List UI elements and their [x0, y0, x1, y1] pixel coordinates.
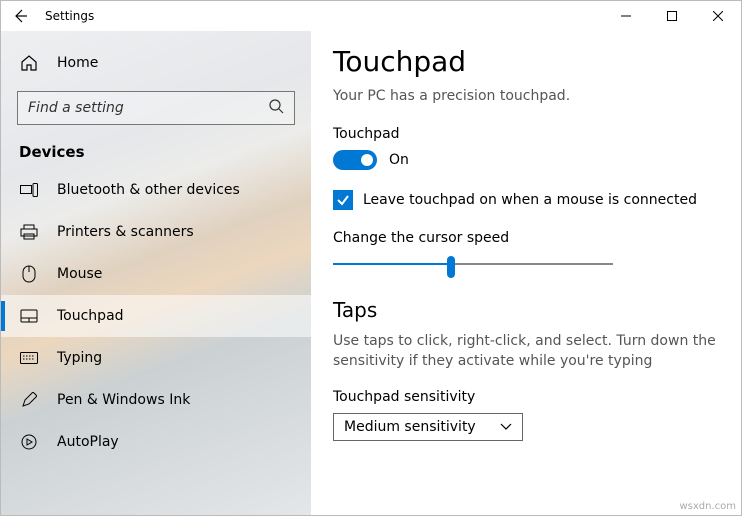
- sidebar-item-label: AutoPlay: [57, 434, 119, 450]
- sidebar-item-pen[interactable]: Pen & Windows Ink: [1, 379, 311, 421]
- autoplay-icon: [19, 434, 39, 450]
- close-button[interactable]: [695, 1, 741, 31]
- sidebar-item-label: Bluetooth & other devices: [57, 182, 240, 198]
- devices-icon: [19, 183, 39, 197]
- dropdown-value: Medium sensitivity: [344, 419, 476, 435]
- section-title: Devices: [1, 139, 311, 169]
- pen-icon: [19, 392, 39, 408]
- keyboard-icon: [19, 352, 39, 364]
- sidebar-item-autoplay[interactable]: AutoPlay: [1, 421, 311, 463]
- search-icon: [268, 98, 284, 118]
- slider-thumb[interactable]: [447, 256, 455, 278]
- sidebar-item-label: Typing: [57, 350, 102, 366]
- sidebar-item-label: Printers & scanners: [57, 224, 194, 240]
- sidebar-item-printers[interactable]: Printers & scanners: [1, 211, 311, 253]
- sidebar-item-touchpad[interactable]: Touchpad: [1, 295, 311, 337]
- back-button[interactable]: [1, 1, 39, 31]
- page-title: Touchpad: [333, 45, 719, 78]
- cursor-speed-label: Change the cursor speed: [333, 230, 719, 246]
- sidebar-item-label: Pen & Windows Ink: [57, 392, 190, 408]
- home-nav[interactable]: Home: [1, 41, 311, 85]
- sidebar-item-typing[interactable]: Typing: [1, 337, 311, 379]
- minimize-button[interactable]: [603, 1, 649, 31]
- chevron-down-icon: [500, 423, 512, 431]
- main-content: Touchpad Your PC has a precision touchpa…: [311, 31, 741, 515]
- sensitivity-dropdown[interactable]: Medium sensitivity: [333, 413, 523, 441]
- sidebar: Home Devices Bluetooth & other devices: [1, 31, 311, 515]
- touchpad-icon: [19, 309, 39, 323]
- window-title: Settings: [39, 9, 94, 23]
- taps-heading: Taps: [333, 298, 719, 322]
- cursor-speed-slider[interactable]: [333, 254, 613, 274]
- page-subtitle: Your PC has a precision touchpad.: [333, 88, 719, 104]
- printer-icon: [19, 224, 39, 240]
- home-label: Home: [57, 55, 98, 71]
- sidebar-item-bluetooth[interactable]: Bluetooth & other devices: [1, 169, 311, 211]
- touchpad-toggle[interactable]: [333, 150, 377, 170]
- home-icon: [19, 54, 39, 72]
- maximize-button[interactable]: [649, 1, 695, 31]
- sidebar-item-label: Touchpad: [57, 308, 124, 324]
- attribution: wsxdn.com: [679, 501, 736, 512]
- toggle-state: On: [389, 152, 409, 168]
- touchpad-label: Touchpad: [333, 126, 719, 142]
- mouse-icon: [19, 265, 39, 283]
- checkbox-label: Leave touchpad on when a mouse is connec…: [363, 192, 697, 208]
- search-input[interactable]: [17, 91, 295, 125]
- leave-on-checkbox[interactable]: [333, 190, 353, 210]
- sensitivity-label: Touchpad sensitivity: [333, 389, 719, 405]
- search-field[interactable]: [28, 100, 268, 116]
- sidebar-item-mouse[interactable]: Mouse: [1, 253, 311, 295]
- taps-description: Use taps to click, right-click, and sele…: [333, 332, 719, 371]
- sidebar-item-label: Mouse: [57, 266, 102, 282]
